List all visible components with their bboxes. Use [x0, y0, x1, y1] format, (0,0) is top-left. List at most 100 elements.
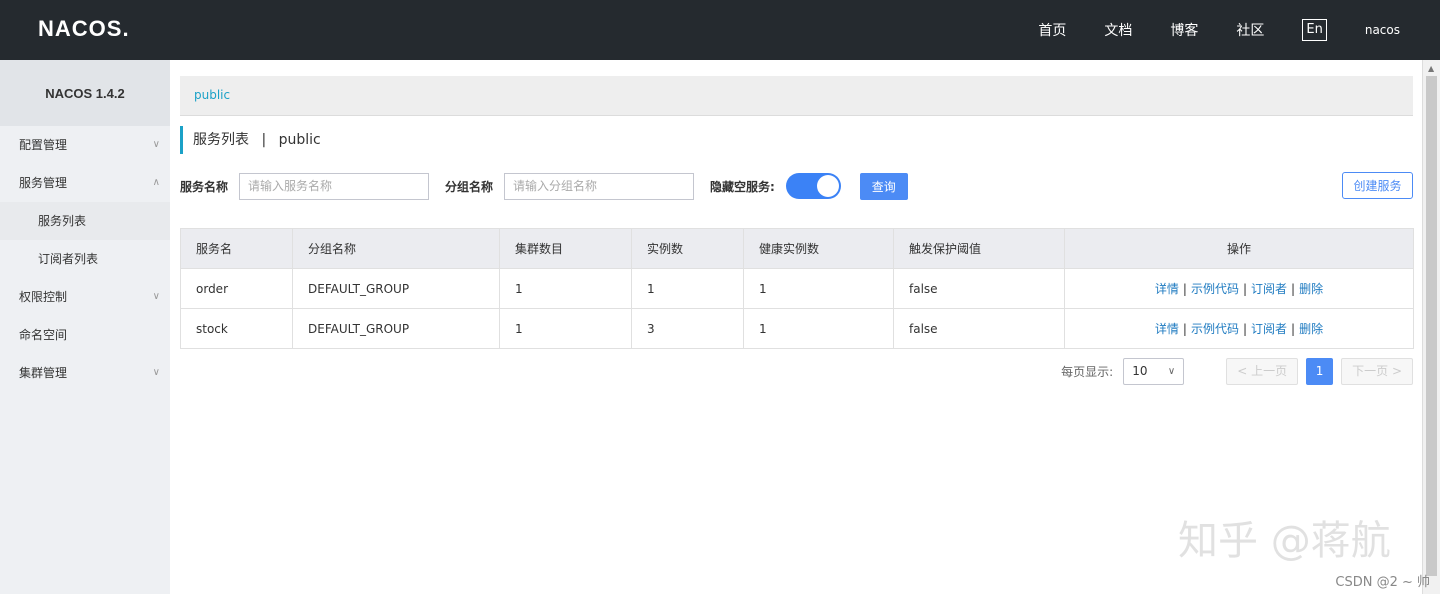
service-name-label: 服务名称	[180, 179, 229, 194]
op-separator: |	[1291, 322, 1296, 336]
per-page-select[interactable]: 10 ∨	[1123, 358, 1185, 385]
per-page-value: 10	[1132, 364, 1148, 378]
sample-code-link[interactable]: 示例代码	[1191, 282, 1239, 296]
col-group-name[interactable]: 分组名称	[292, 228, 500, 269]
sidebar-item-label: 服务管理	[19, 176, 68, 190]
filter-group: 分组名称	[445, 172, 695, 200]
cell-operations: 详情 | 示例代码 | 订阅者 | 删除	[1064, 308, 1414, 349]
cell-instance-count: 3	[631, 308, 744, 349]
credit-text: CSDN @2 ~ 帅	[1335, 575, 1430, 590]
cell-protect-threshold: false	[893, 268, 1065, 309]
nav-docs[interactable]: 文档	[1104, 20, 1132, 40]
service-table: 服务名 分组名称 集群数目 实例数 健康实例数 触发保护阈值 操作 order …	[180, 228, 1414, 349]
filter-hide-empty: 隐藏空服务: 查询	[710, 172, 908, 200]
filter-service: 服务名称	[180, 172, 430, 200]
cell-healthy-count: 1	[743, 268, 894, 309]
nav-home[interactable]: 首页	[1038, 20, 1066, 40]
col-healthy-count[interactable]: 健康实例数	[743, 228, 894, 269]
namespace-link-public[interactable]: public	[194, 88, 230, 102]
sidebar-item-subscribers[interactable]: 订阅者列表	[0, 240, 170, 278]
chevron-left-icon: <	[1237, 364, 1252, 378]
hide-empty-toggle[interactable]	[785, 173, 841, 199]
op-separator: |	[1182, 322, 1187, 336]
cell-group-name: DEFAULT_GROUP	[292, 268, 500, 309]
page-number-current[interactable]: 1	[1306, 358, 1334, 385]
nav-community[interactable]: 社区	[1236, 20, 1264, 40]
service-name-input[interactable]	[239, 172, 430, 200]
group-name-input[interactable]	[504, 172, 695, 200]
page-title-namespace: public	[278, 132, 321, 148]
top-nav: 首页 文档 博客 社区 En nacos	[1000, 0, 1400, 60]
sidebar-item-label: 配置管理	[19, 138, 68, 152]
cell-service-name: order	[180, 268, 293, 309]
cell-protect-threshold: false	[893, 308, 1065, 349]
detail-link[interactable]: 详情	[1155, 322, 1179, 336]
chevron-down-icon: ∨	[152, 367, 160, 378]
chevron-down-icon: ∨	[1167, 366, 1176, 377]
sidebar-item-config[interactable]: 配置管理 ∨	[0, 126, 170, 164]
col-cluster-count[interactable]: 集群数目	[499, 228, 632, 269]
detail-link[interactable]: 详情	[1155, 282, 1179, 296]
top-header: NACOS. 首页 文档 博客 社区 En nacos	[0, 0, 1440, 60]
sidebar-title: NACOS 1.4.2	[0, 60, 170, 126]
toggle-knob	[816, 175, 839, 197]
nav-blog[interactable]: 博客	[1170, 20, 1198, 40]
per-page-label: 每页显示:	[1061, 365, 1114, 379]
nacos-logo[interactable]: NACOS.	[38, 14, 130, 44]
scroll-up-arrow-icon[interactable]: ▲	[1428, 64, 1434, 73]
sidebar: NACOS 1.4.2 配置管理 ∨ 服务管理 ∧ 服务列表 订阅者列表 权限控…	[0, 60, 170, 594]
cell-operations: 详情 | 示例代码 | 订阅者 | 删除	[1064, 268, 1414, 309]
prev-page-button[interactable]: < 上一页	[1226, 358, 1299, 385]
table-row: order DEFAULT_GROUP 1 1 1 false 详情 | 示例代码 |…	[180, 268, 1414, 309]
chevron-right-icon: >	[1388, 364, 1402, 378]
sidebar-item-service[interactable]: 服务管理 ∧	[0, 164, 170, 202]
language-switch[interactable]: En	[1302, 19, 1327, 41]
sidebar-item-cluster[interactable]: 集群管理 ∨	[0, 354, 170, 392]
delete-link[interactable]: 删除	[1299, 322, 1323, 336]
op-separator: |	[1242, 322, 1248, 336]
pagination: 每页显示: 10 ∨ < 上一页 1 下一页 >	[1061, 358, 1413, 385]
sidebar-item-service-list[interactable]: 服务列表	[0, 202, 170, 240]
cell-instance-count: 1	[631, 268, 744, 309]
cell-cluster-count: 1	[499, 308, 632, 349]
next-page-button[interactable]: 下一页 >	[1341, 358, 1413, 385]
page-title: 服务列表 | public	[180, 126, 321, 154]
group-name-label: 分组名称	[445, 179, 494, 194]
prev-page-label: 上一页	[1251, 364, 1288, 378]
subscribers-link[interactable]: 订阅者	[1251, 322, 1287, 336]
op-separator: |	[1182, 282, 1187, 296]
subscribers-link[interactable]: 订阅者	[1251, 282, 1287, 296]
sidebar-item-namespace[interactable]: 命名空间	[0, 316, 170, 354]
col-service-name[interactable]: 服务名	[180, 228, 293, 269]
create-service-button[interactable]: 创建服务	[1342, 172, 1413, 199]
scrollbar-thumb[interactable]	[1426, 76, 1437, 576]
col-instance-count[interactable]: 实例数	[631, 228, 744, 269]
watermark-text: 知乎 @蒋航	[1178, 518, 1391, 564]
page-title-separator: |	[261, 132, 267, 148]
query-button[interactable]: 查询	[859, 172, 908, 200]
chevron-up-icon: ∧	[152, 177, 160, 188]
table-row: stock DEFAULT_GROUP 1 3 1 false 详情 | 示例代码 |…	[180, 308, 1414, 349]
op-separator: |	[1291, 282, 1296, 296]
col-protect-threshold[interactable]: 触发保护阈值	[893, 228, 1065, 269]
sidebar-item-label: 集群管理	[19, 366, 68, 380]
op-separator: |	[1242, 282, 1248, 296]
sidebar-item-label: 订阅者列表	[38, 252, 99, 266]
logo-text: NACOS.	[38, 16, 130, 41]
cell-service-name: stock	[180, 308, 293, 349]
page-title-text: 服务列表	[193, 132, 249, 148]
col-operations: 操作	[1064, 228, 1414, 269]
cell-group-name: DEFAULT_GROUP	[292, 308, 500, 349]
chevron-down-icon: ∨	[152, 139, 160, 150]
chevron-down-icon: ∨	[152, 291, 160, 302]
sidebar-item-label: 权限控制	[19, 290, 68, 304]
next-page-label: 下一页	[1352, 364, 1389, 378]
cell-healthy-count: 1	[743, 308, 894, 349]
sidebar-item-permission[interactable]: 权限控制 ∨	[0, 278, 170, 316]
user-menu[interactable]: nacos	[1365, 23, 1400, 37]
delete-link[interactable]: 删除	[1299, 282, 1323, 296]
namespace-bar: public	[180, 76, 1413, 116]
hide-empty-label: 隐藏空服务:	[710, 179, 775, 194]
sample-code-link[interactable]: 示例代码	[1191, 322, 1239, 336]
vertical-scrollbar[interactable]: ▲	[1422, 60, 1440, 594]
